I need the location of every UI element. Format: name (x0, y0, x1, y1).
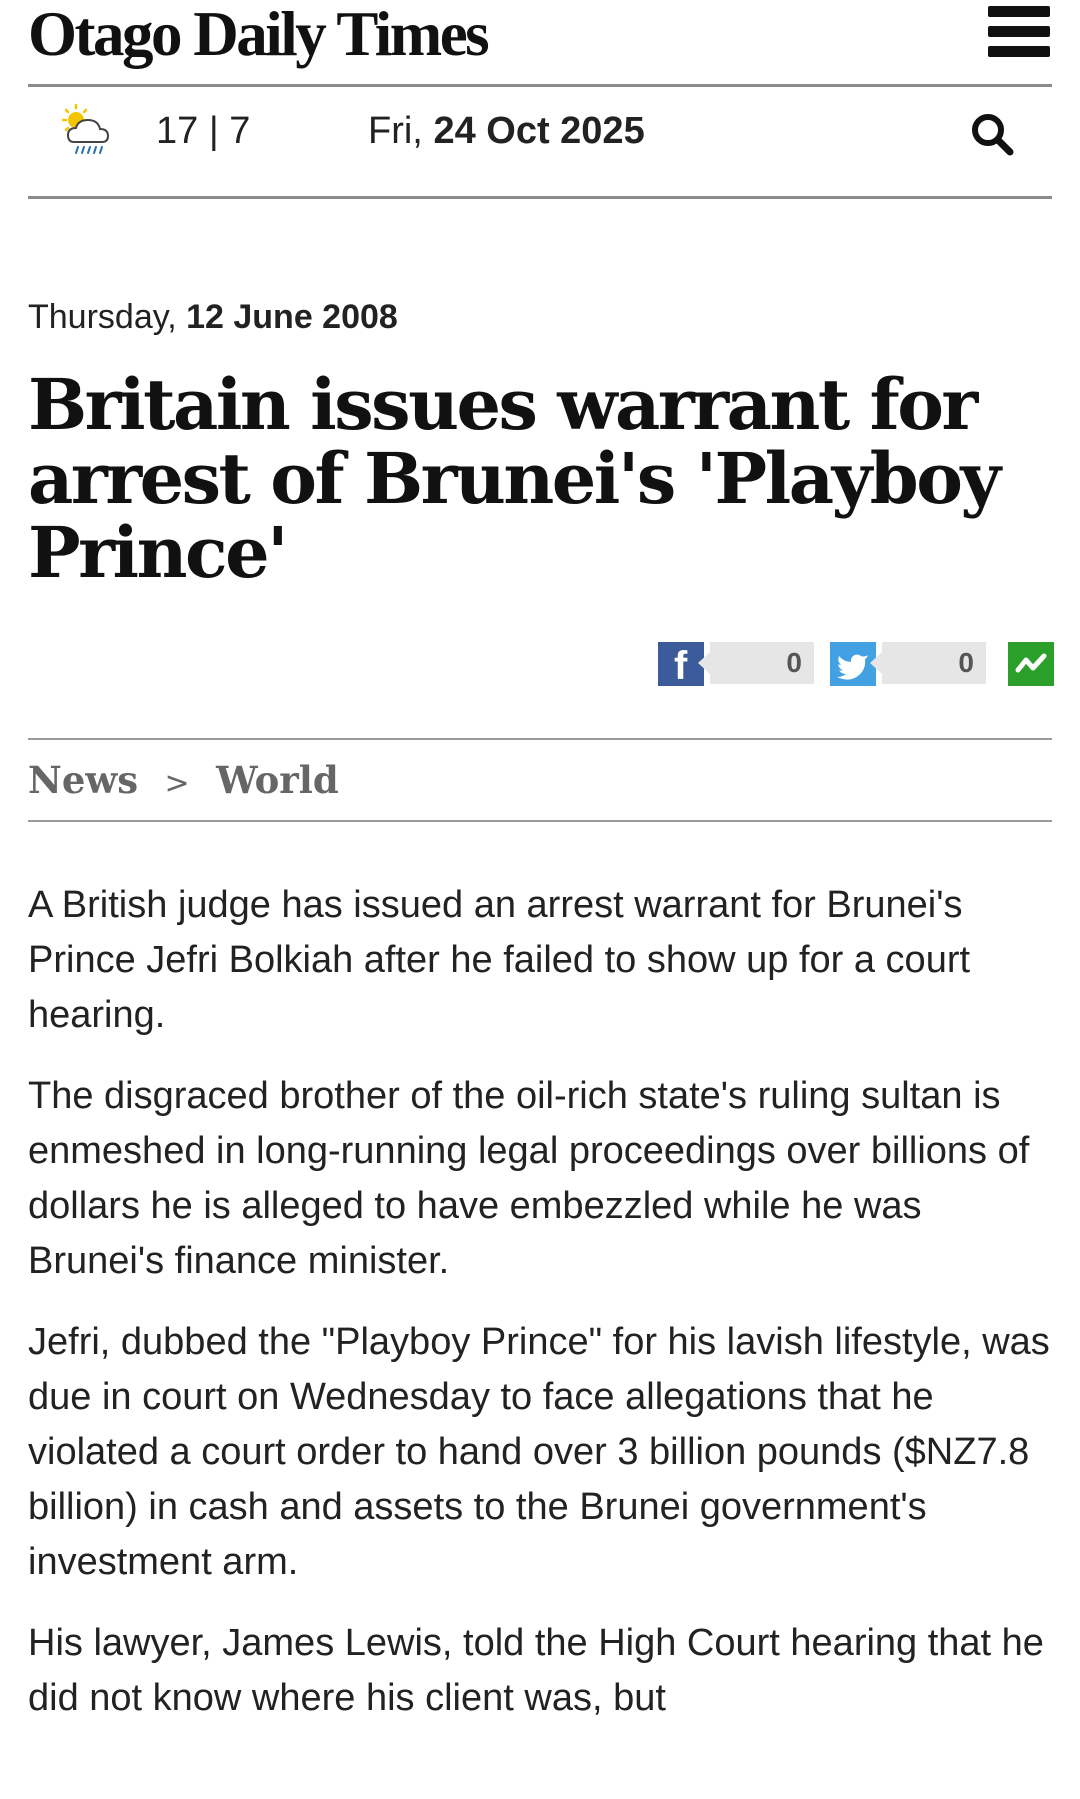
search-icon[interactable] (968, 110, 1016, 158)
breadcrumb-top-divider (28, 738, 1052, 740)
breadcrumb-separator: > (164, 766, 190, 801)
masthead: Otago Daily Times (28, 0, 1052, 82)
current-date-value: 24 Oct 2025 (433, 110, 645, 152)
article-headline: Britain issues warrant for arrest of Bru… (28, 363, 1001, 594)
article-paragraph: His lawyer, James Lewis, told the High C… (28, 1622, 1044, 1719)
article-paragraph: Jefri, dubbed the "Playboy Prince" for h… (28, 1321, 1050, 1583)
share-icon[interactable] (1008, 642, 1054, 686)
current-weekday: Fri, (368, 110, 423, 152)
breadcrumb: News > World (28, 758, 339, 808)
publish-weekday: Thursday, (28, 298, 177, 336)
temperature-readout: 17 | 7 (156, 110, 251, 152)
publish-date-value: 12 June 2008 (186, 298, 398, 336)
breadcrumb-news[interactable]: News (28, 758, 138, 802)
twitter-share-count: 0 (870, 642, 986, 684)
header-divider (28, 84, 1052, 87)
site-logo[interactable]: Otago Daily Times (28, 0, 490, 71)
article-paragraph: A British judge has issued an arrest war… (28, 884, 971, 1036)
partly-cloudy-rain-icon (61, 103, 110, 154)
hamburger-menu-icon[interactable] (988, 6, 1050, 58)
page: Otago Daily Times 17 | 7 Fri, 24 Oct 202… (0, 0, 1080, 1799)
date-bar-divider (28, 196, 1052, 199)
current-date: Fri, 24 Oct 2025 (368, 110, 645, 153)
breadcrumb-bottom-divider (28, 820, 1052, 822)
article-paragraph: The disgraced brother of the oil-rich st… (28, 1075, 1030, 1282)
article-body: A British judge has issued an arrest war… (28, 878, 1058, 1752)
share-bar: f 0 0 (0, 642, 1080, 688)
article-publish-date: Thursday, 12 June 2008 (28, 298, 398, 337)
breadcrumb-world[interactable]: World (216, 758, 339, 802)
facebook-share-count: 0 (698, 642, 814, 684)
